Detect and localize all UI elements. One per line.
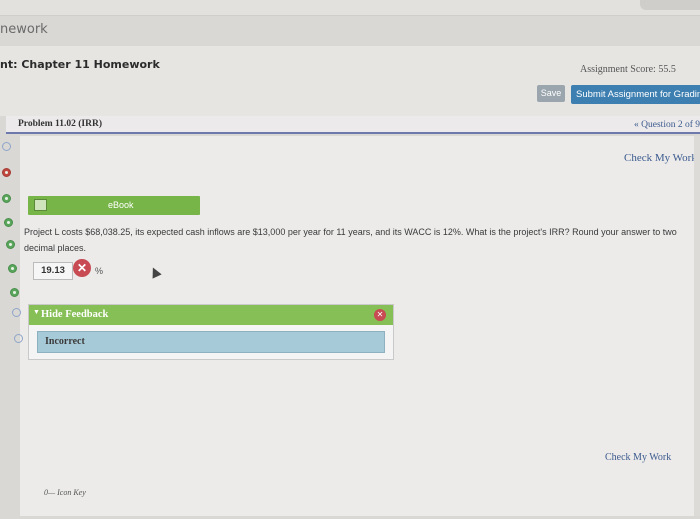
status-dot-icon[interactable] [4, 218, 13, 227]
status-dot-icon[interactable] [10, 288, 19, 297]
close-icon[interactable]: ✕ [374, 309, 386, 321]
assignment-score: Assignment Score: 55.5 [580, 64, 676, 75]
feedback-header[interactable]: ▼ Hide Feedback ✕ [29, 305, 393, 325]
status-dot-icon[interactable] [6, 240, 15, 249]
status-dot-icon[interactable] [2, 168, 11, 177]
ebook-button[interactable]: eBook [28, 196, 200, 215]
key-icon: 0— [44, 488, 56, 497]
question-nav[interactable]: « Question 2 of 9 [634, 120, 700, 130]
submit-assignment-button[interactable]: Submit Assignment for Gradin [571, 85, 700, 104]
assignment-title: nt: Chapter 11 Homework [0, 58, 160, 71]
feedback-panel: ▼ Hide Feedback ✕ Incorrect [28, 304, 394, 360]
assignment-header [0, 46, 700, 116]
answer-unit: % [95, 266, 104, 276]
problem-label: Problem 11.02 (IRR) [18, 119, 102, 129]
check-my-work-bottom-link[interactable]: Check My Work [605, 452, 671, 463]
feedback-result: Incorrect [37, 331, 385, 353]
status-dot-icon[interactable] [8, 264, 17, 273]
answer-input[interactable]: 19.13 [33, 262, 73, 280]
status-dot-icon[interactable] [12, 308, 21, 317]
status-dot-icon[interactable] [2, 194, 11, 203]
triangle-down-icon: ▼ [33, 309, 40, 316]
breadcrumb[interactable]: nework [0, 22, 48, 37]
book-icon [34, 199, 47, 211]
search-box[interactable] [640, 0, 700, 10]
problem-bar: Problem 11.02 (IRR) « Question 2 of 9 [6, 116, 700, 134]
status-dot-icon[interactable] [2, 142, 11, 151]
question-text: Project L costs $68,038.25, its expected… [24, 227, 677, 253]
save-button[interactable]: Save [537, 85, 565, 102]
hide-feedback-toggle[interactable]: Hide Feedback [41, 309, 108, 320]
icon-key-link[interactable]: 0— Icon Key [44, 488, 86, 497]
check-my-work-top-link[interactable]: Check My Work [624, 152, 697, 164]
scrollbar[interactable] [694, 136, 700, 516]
x-icon: ✕ [73, 259, 91, 277]
browser-topbar [0, 0, 700, 16]
icon-key-label: Icon Key [57, 488, 86, 497]
ebook-label: eBook [108, 200, 134, 210]
status-dot-icon[interactable] [14, 334, 23, 343]
question-status-rail [0, 134, 23, 359]
